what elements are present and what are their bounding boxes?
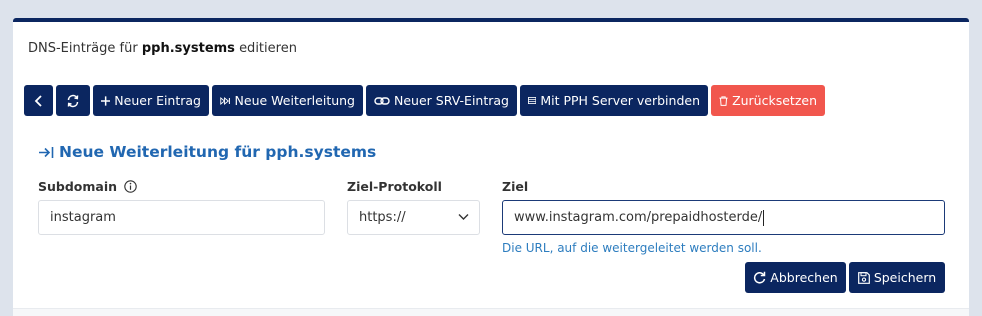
new-redirect-button[interactable]: Neue Weiterleitung: [212, 85, 363, 116]
connect-server-button[interactable]: Mit PPH Server verbinden: [520, 85, 708, 116]
cancel-label: Abbrechen: [770, 270, 838, 285]
target-hint: Die URL, auf die weitergeleitet werden s…: [502, 241, 762, 255]
subdomain-value: instagram: [50, 210, 116, 225]
new-entry-label: Neuer Eintrag: [114, 93, 201, 108]
protocol-value: https://: [359, 210, 406, 225]
protocol-label: Ziel-Protokoll: [347, 179, 442, 194]
subdomain-input[interactable]: instagram: [38, 200, 325, 235]
fast-forward-icon: [220, 96, 230, 105]
dns-edit-card: DNS-Einträge für pph.systems editieren N…: [13, 18, 969, 316]
refresh-icon: [67, 94, 79, 107]
plus-icon: [101, 95, 111, 106]
new-srv-label: Neuer SRV-Eintrag: [394, 93, 509, 108]
form-title: Neue Weiterleitung für pph.systems: [38, 143, 376, 161]
chevron-left-icon: [34, 94, 42, 107]
form-title-text: Neue Weiterleitung für pph.systems: [59, 143, 377, 161]
save-button[interactable]: Speichern: [849, 262, 945, 293]
target-value: www.instagram.com/prepaidhosterde/: [514, 210, 763, 225]
cancel-button[interactable]: Abbrechen: [745, 262, 846, 293]
refresh-button[interactable]: [56, 85, 90, 116]
header-suffix: editieren: [239, 41, 297, 56]
save-icon: [857, 271, 870, 284]
new-entry-button[interactable]: Neuer Eintrag: [93, 85, 209, 116]
server-icon: [528, 97, 537, 104]
subdomain-label: Subdomain: [38, 179, 138, 194]
target-input[interactable]: www.instagram.com/prepaidhosterde/: [502, 200, 945, 235]
new-srv-button[interactable]: Neuer SRV-Eintrag: [366, 85, 517, 116]
reset-button[interactable]: Zurücksetzen: [711, 85, 825, 116]
subdomain-label-text: Subdomain: [38, 179, 118, 194]
protocol-select[interactable]: https://: [347, 200, 480, 235]
text-caret: [763, 209, 765, 226]
connect-server-label: Mit PPH Server verbinden: [540, 93, 700, 108]
card-header: DNS-Einträge für pph.systems editieren: [28, 41, 297, 56]
new-redirect-label: Neue Weiterleitung: [234, 93, 355, 108]
header-domain: pph.systems: [141, 41, 235, 56]
card-footer: [13, 308, 969, 316]
arrow-to-line-icon: [38, 146, 55, 159]
link-icon: [374, 96, 390, 105]
back-button[interactable]: [24, 85, 53, 116]
trash-icon: [719, 95, 728, 106]
chevron-down-icon: [458, 214, 469, 220]
save-label: Speichern: [873, 270, 937, 285]
info-icon[interactable]: [124, 180, 138, 193]
reset-label: Zurücksetzen: [732, 93, 817, 108]
undo-icon: [754, 271, 766, 284]
target-label: Ziel: [502, 179, 529, 194]
toolbar: Neuer Eintrag Neue Weiterleitung Neuer S…: [24, 85, 825, 116]
header-prefix: DNS-Einträge für: [28, 41, 138, 56]
